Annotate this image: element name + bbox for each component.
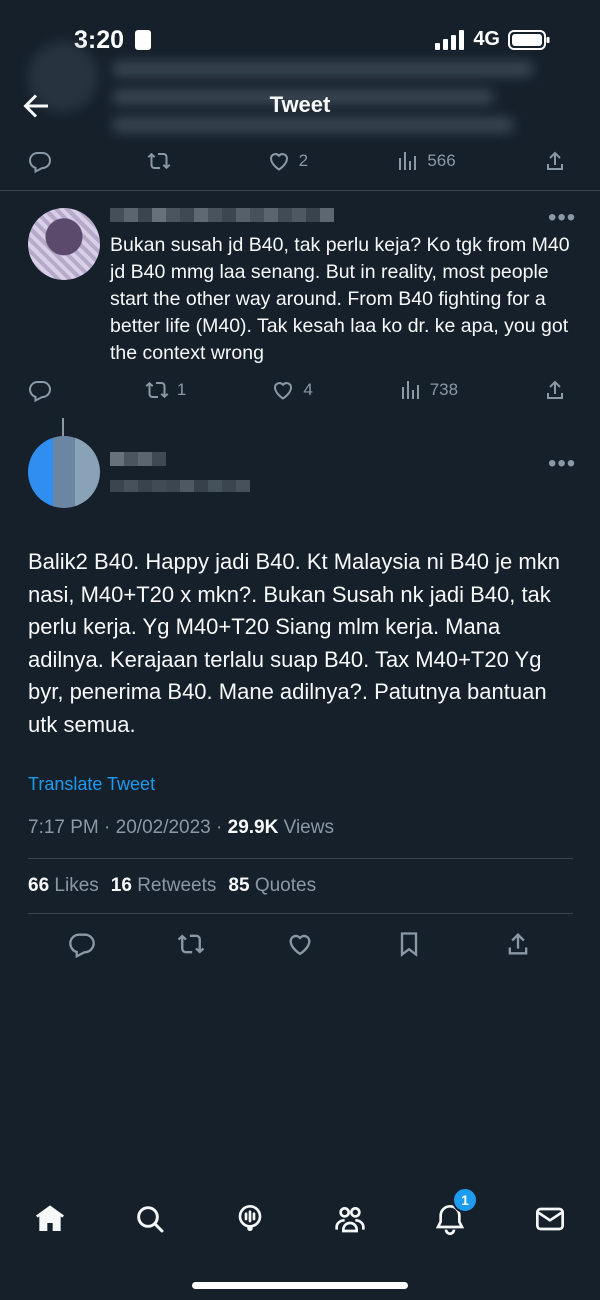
username-redacted — [110, 208, 334, 222]
retweets-stat[interactable]: 16 Retweets — [111, 875, 217, 897]
like-icon — [269, 153, 288, 171]
divider — [0, 190, 600, 191]
share-icon — [508, 933, 527, 955]
bookmark-button[interactable] — [395, 929, 425, 959]
retweet-icon — [147, 152, 171, 170]
home-icon — [36, 1205, 64, 1231]
like-button[interactable] — [286, 929, 316, 959]
quotes-stat[interactable]: 85 Quotes — [228, 875, 316, 897]
tweet-meta: 7:17 PM · 20/02/2023 · 29.9K Views — [28, 817, 334, 838]
tweet-time: 7:17 PM — [28, 817, 99, 838]
tab-home[interactable] — [30, 1199, 70, 1239]
views-icon — [401, 381, 419, 399]
reply-icon — [68, 933, 95, 958]
share-button[interactable] — [543, 149, 573, 173]
home-indicator — [192, 1282, 408, 1289]
views-icon — [399, 152, 417, 170]
avatar[interactable] — [28, 436, 100, 508]
reply-button[interactable] — [28, 149, 60, 173]
thread-line — [62, 418, 64, 436]
retweet-icon — [145, 381, 169, 399]
reply-button[interactable] — [28, 378, 60, 402]
handle-redacted — [110, 480, 250, 492]
likes-stat[interactable]: 66 Likes — [28, 875, 99, 897]
retweet-button[interactable] — [177, 929, 207, 959]
messages-icon — [536, 1207, 564, 1231]
page-title: Tweet — [269, 92, 331, 117]
spaces-icon — [238, 1205, 262, 1231]
divider — [28, 858, 573, 859]
retweet-button[interactable]: 1 — [145, 378, 186, 402]
retweet-button[interactable] — [147, 149, 179, 173]
like-button[interactable]: 2 — [267, 149, 308, 173]
tab-communities[interactable] — [330, 1199, 370, 1239]
reply-button[interactable] — [68, 929, 98, 959]
reply-tweet-actions: 1 4 738 — [28, 377, 573, 403]
search-icon — [137, 1206, 164, 1233]
views-button[interactable]: 738 — [398, 378, 458, 402]
share-icon — [546, 151, 563, 170]
share-button[interactable] — [543, 378, 573, 402]
reply-tweet-text: Bukan susah jd B40, tak perlu keja? Ko t… — [110, 234, 570, 364]
main-tweet-text: Balik2 B40. Happy jadi B40. Kt Malaysia … — [28, 549, 560, 737]
bottom-nav: 1 — [0, 1187, 600, 1243]
translate-tweet-link[interactable]: Translate Tweet — [28, 774, 155, 795]
views-button[interactable]: 566 — [395, 149, 456, 173]
tab-spaces[interactable] — [230, 1199, 270, 1239]
views-count: 29.9K — [227, 817, 279, 838]
notification-badge: 1 — [452, 1187, 478, 1213]
main-tweet-actions — [28, 929, 573, 959]
bookmark-icon — [400, 932, 417, 957]
tweet-date: 20/02/2023 — [115, 817, 211, 838]
previous-tweet-blurred — [28, 32, 548, 137]
display-name-redacted — [110, 452, 166, 466]
more-options-button[interactable]: ••• — [548, 450, 576, 478]
share-icon — [547, 380, 563, 399]
prev-tweet-actions: 2 566 — [28, 148, 573, 174]
reply-icon — [28, 381, 52, 402]
reply-icon — [28, 152, 52, 173]
retweet-icon — [177, 934, 204, 954]
avatar[interactable] — [28, 208, 100, 280]
tab-search[interactable] — [130, 1199, 170, 1239]
tab-notifications[interactable]: 1 — [430, 1187, 478, 1239]
like-icon — [274, 382, 293, 400]
tab-messages[interactable] — [530, 1199, 570, 1239]
divider — [28, 913, 573, 914]
views-label: Views — [283, 817, 334, 838]
like-icon — [288, 934, 311, 956]
more-options-button[interactable]: ••• — [548, 204, 576, 232]
like-button[interactable]: 4 — [271, 378, 313, 402]
engagement-stats: 66 Likes 16 Retweets 85 Quotes — [28, 875, 316, 897]
share-button[interactable] — [504, 929, 534, 959]
communities-icon — [335, 1207, 365, 1233]
